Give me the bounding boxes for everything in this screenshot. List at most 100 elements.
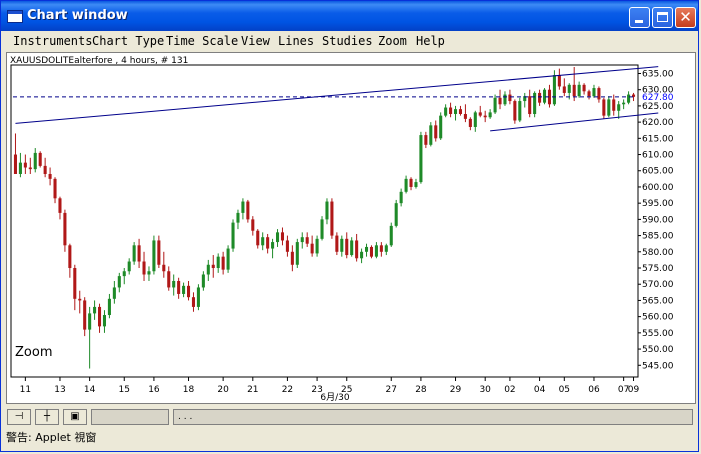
candle-body <box>216 256 220 269</box>
y-tick-label: 635.00 <box>642 69 674 79</box>
candle-body <box>275 232 280 243</box>
menu-zoom[interactable]: Zoom <box>378 34 407 48</box>
candle-body <box>38 152 42 166</box>
chart-panel[interactable]: XAUUSDOLITEalterfore , 4 hours, # 131 62… <box>6 52 696 404</box>
candle-body <box>538 92 542 103</box>
candle-body <box>196 287 200 307</box>
candle-body <box>256 230 260 246</box>
y-tick-label: 590.00 <box>642 215 674 225</box>
menu-lines[interactable]: Lines <box>278 34 314 48</box>
y-tick-label: 625.00 <box>642 102 674 112</box>
print-tool-button[interactable]: ▣ <box>63 409 87 425</box>
candle-body <box>191 297 196 307</box>
candle-body <box>48 173 52 179</box>
x-tick-label: 18 <box>183 385 195 395</box>
x-sublabel: 6月/30 <box>320 392 349 403</box>
candle-body <box>68 245 72 269</box>
candle-body <box>399 191 403 204</box>
candle-body <box>449 107 453 115</box>
candle-body <box>73 268 77 299</box>
candle-body <box>572 84 576 97</box>
candle-body <box>463 114 467 119</box>
candle-body <box>182 285 186 294</box>
candle-body <box>221 256 225 270</box>
y-tick-label: 565.00 <box>642 296 674 306</box>
window-icon <box>7 10 23 23</box>
menu-studies[interactable]: Studies <box>322 34 373 48</box>
candle-body <box>355 240 359 259</box>
candle-body <box>429 125 433 145</box>
x-tick-label: 16 <box>148 385 160 395</box>
candle-body <box>102 315 107 327</box>
close-button[interactable]: ✕ <box>675 7 696 28</box>
y-tick-label: 555.00 <box>642 329 674 339</box>
y-tick-label: 550.00 <box>642 345 674 355</box>
candle-body <box>552 75 556 105</box>
menu-time-scale[interactable]: Time Scale <box>166 34 238 48</box>
y-tick-label: 560.00 <box>642 313 674 323</box>
x-tick-label: 11 <box>20 385 31 395</box>
candle-body <box>389 225 393 246</box>
candle-body <box>483 115 487 118</box>
candle-body <box>241 201 245 213</box>
y-tick-label: 580.00 <box>642 248 674 258</box>
candle-body <box>290 251 294 265</box>
candle-body <box>627 94 631 103</box>
price-chart[interactable]: XAUUSDOLITEalterfore , 4 hours, # 131 62… <box>7 53 695 403</box>
candle-body <box>345 238 349 256</box>
candle-body <box>513 101 517 121</box>
title-bar[interactable]: Chart window ✕ <box>1 1 698 31</box>
candle-body <box>137 245 141 262</box>
candle-body <box>503 94 507 105</box>
minimize-button[interactable] <box>629 7 650 28</box>
candle-body <box>478 112 482 116</box>
candle-body <box>315 238 319 254</box>
candle-body <box>562 86 566 93</box>
candle-body <box>577 84 581 97</box>
candle-body <box>379 245 383 252</box>
candle-body <box>246 201 250 220</box>
x-tick-label: 04 <box>534 385 546 395</box>
candle-body <box>162 264 166 272</box>
candle-body <box>419 135 423 183</box>
line-tool-button[interactable]: ┼ <box>35 409 59 425</box>
candle-body <box>63 212 67 246</box>
x-tick-label: 09 <box>628 385 640 395</box>
candle-body <box>295 242 299 265</box>
zoom-label: Zoom <box>15 345 52 360</box>
candle-body <box>88 313 92 330</box>
menu-help[interactable]: Help <box>416 34 445 48</box>
maximize-button[interactable] <box>652 7 673 28</box>
candle-body <box>335 235 339 252</box>
candle-body <box>617 104 621 111</box>
candle-body <box>592 88 596 97</box>
candle-body <box>498 97 502 105</box>
candle-body <box>374 245 378 257</box>
crosshair-tool-button[interactable]: ⊣ <box>7 409 31 425</box>
candle-body <box>226 248 230 270</box>
status-toolbar: ⊣ ┼ ▣ . . . <box>5 409 695 426</box>
menu-bar: Instruments Chart Type Time Scale View L… <box>4 31 696 51</box>
candle-body <box>508 94 512 102</box>
x-tick-label: 13 <box>54 385 65 395</box>
candle-body <box>409 178 413 187</box>
menu-view[interactable]: View <box>241 34 270 48</box>
y-tick-label: 595.00 <box>642 199 674 209</box>
candle-body <box>33 152 37 170</box>
candle-body <box>300 237 304 243</box>
plot-frame <box>10 64 639 378</box>
menu-instruments[interactable]: Instruments <box>13 34 92 48</box>
candle-body <box>122 271 126 277</box>
candle-body <box>231 222 235 249</box>
candle-body <box>320 219 324 239</box>
menu-chart-type[interactable]: Chart Type <box>92 34 164 48</box>
candle-body <box>177 280 181 294</box>
candle-body <box>53 178 57 199</box>
candle-body <box>458 109 463 115</box>
candle-body <box>602 99 606 116</box>
candle-body <box>83 300 87 330</box>
candle-body <box>325 201 329 220</box>
candle-body <box>172 280 176 288</box>
candle-body <box>271 242 275 249</box>
candle-body <box>43 165 47 174</box>
